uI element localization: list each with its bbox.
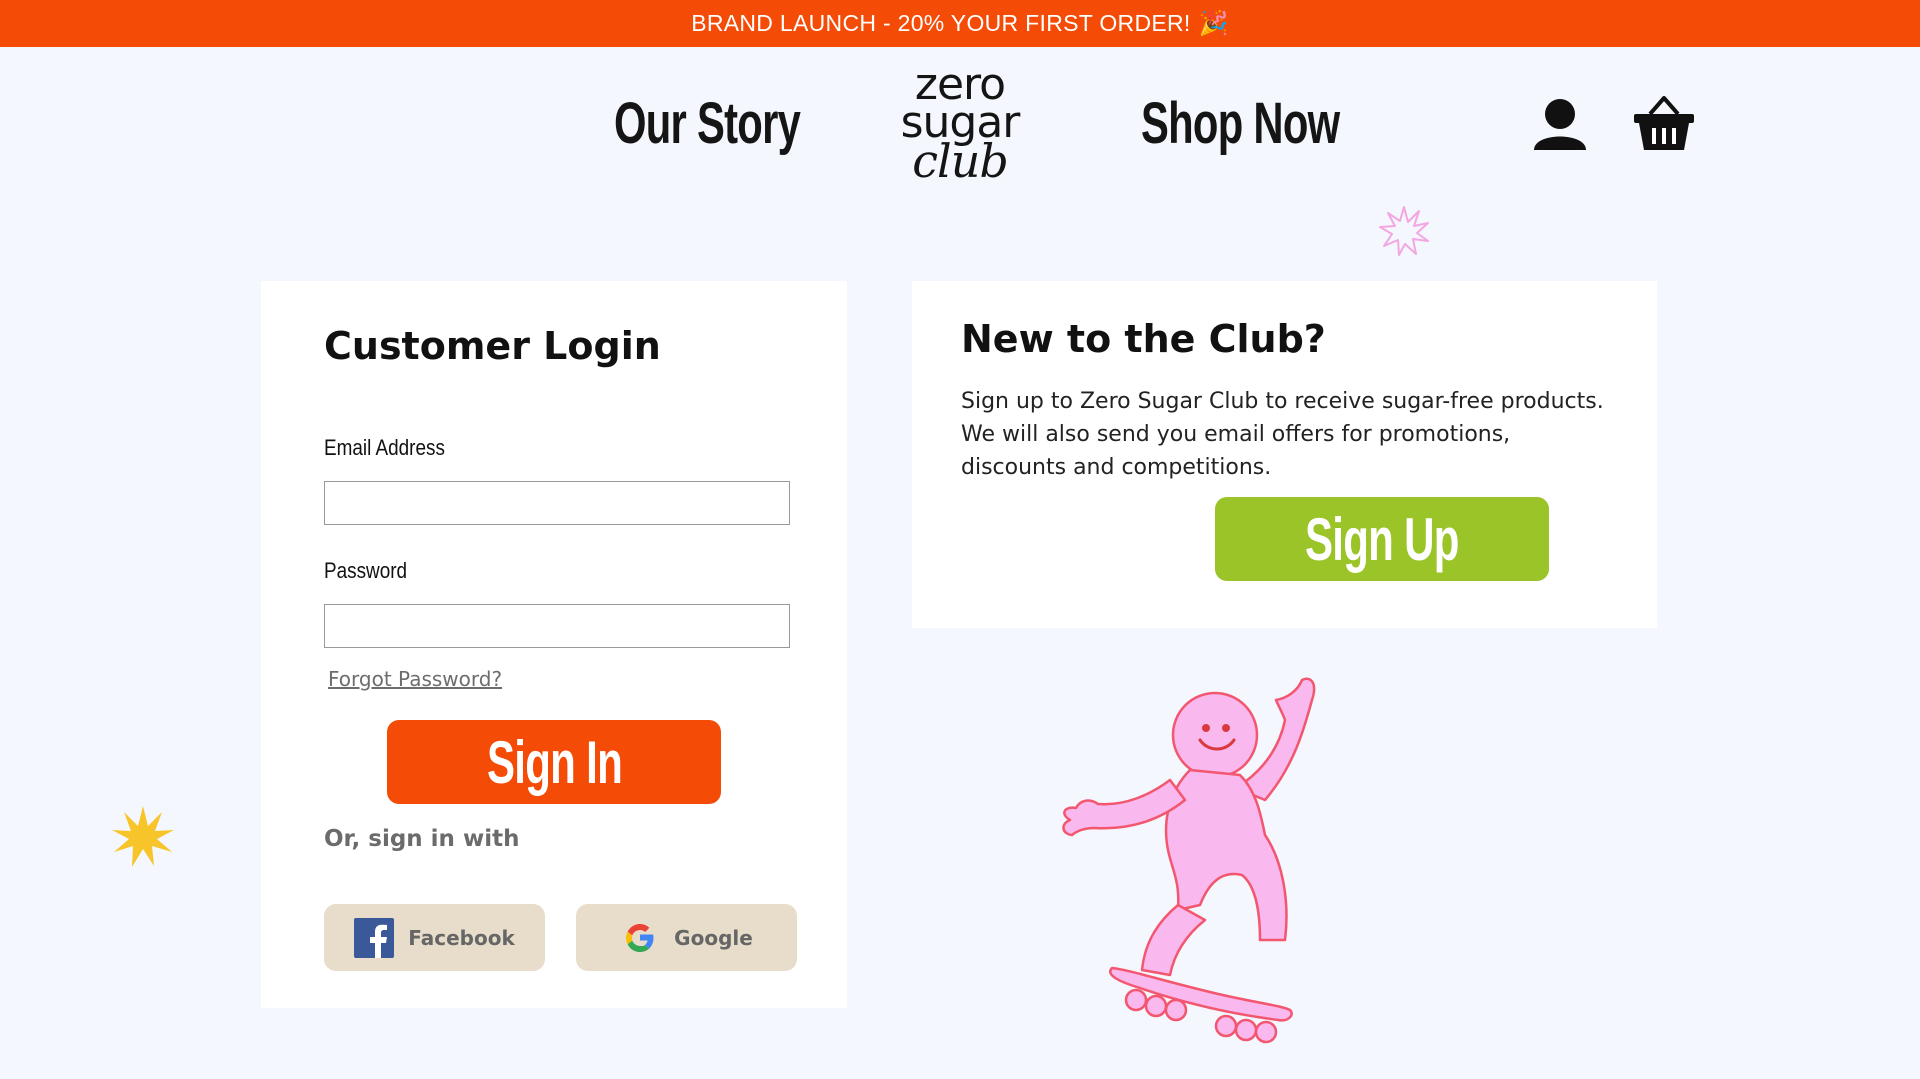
forgot-password-link[interactable]: Forgot Password? xyxy=(328,667,502,691)
facebook-icon xyxy=(354,917,395,958)
social-signin-label: Or, sign in with xyxy=(324,826,520,852)
signup-title: New to the Club? xyxy=(961,317,1326,361)
email-field[interactable] xyxy=(324,481,790,525)
facebook-signin-button[interactable]: Facebook xyxy=(324,904,545,971)
nav-our-story[interactable]: Our Story xyxy=(614,92,801,156)
sign-up-button[interactable]: Sign Up xyxy=(1215,497,1549,581)
party-popper-icon: 🎉 xyxy=(1198,10,1229,37)
signup-description: Sign up to Zero Sugar Club to receive su… xyxy=(961,389,1604,480)
announcement-text: BRAND LAUNCH - 20% YOUR FIRST ORDER! xyxy=(691,10,1191,36)
login-title: Customer Login xyxy=(324,324,661,368)
signup-card: New to the Club? Sign up to Zero Sugar C… xyxy=(912,281,1657,628)
password-label: Password xyxy=(324,558,408,583)
sign-up-button-label: Sign Up xyxy=(1305,505,1459,573)
google-icon xyxy=(626,923,654,952)
star-icon xyxy=(112,806,174,867)
password-field[interactable] xyxy=(324,604,790,648)
skateboarder-mascot-illustration xyxy=(1062,677,1316,1044)
announcement-bar: BRAND LAUNCH - 20% YOUR FIRST ORDER! 🎉 xyxy=(0,0,1920,47)
user-icon[interactable] xyxy=(1530,94,1590,154)
nav-shop-now[interactable]: Shop Now xyxy=(1141,92,1340,156)
brand-logo[interactable]: zero sugar club xyxy=(880,63,1040,185)
cart-icon[interactable] xyxy=(1632,90,1696,154)
google-label: Google xyxy=(674,925,753,950)
customer-login-card: Customer Login Email Address Password Fo… xyxy=(261,281,847,1008)
sparkle-icon xyxy=(1379,206,1429,256)
sign-in-button[interactable]: Sign In xyxy=(387,720,721,804)
facebook-label: Facebook xyxy=(408,925,515,950)
sign-in-button-label: Sign In xyxy=(486,728,622,796)
google-signin-button[interactable]: Google xyxy=(576,904,797,971)
email-label: Email Address xyxy=(324,435,445,460)
